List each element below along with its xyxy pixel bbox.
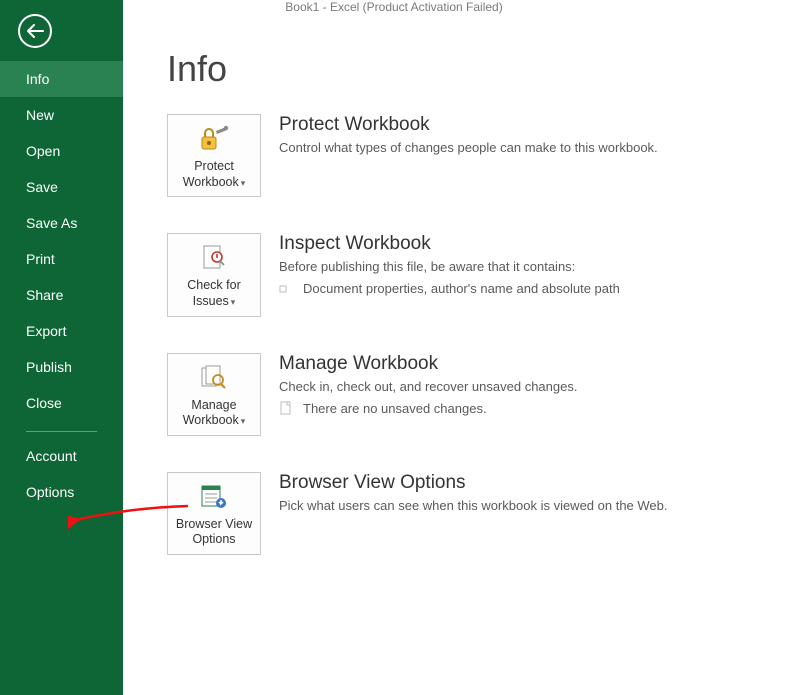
inspect-workbook-heading: Inspect Workbook	[279, 233, 620, 255]
manage-workbook-button[interactable]: Manage Workbook▾	[167, 353, 261, 436]
bullet-square-icon	[279, 285, 287, 293]
sidebar-item-info[interactable]: Info	[0, 61, 123, 97]
browser-view-section: Browser View Options Browser View Option…	[167, 472, 788, 555]
browser-view-options-button[interactable]: Browser View Options	[167, 472, 261, 555]
sidebar-item-open[interactable]: Open	[0, 133, 123, 169]
manage-workbook-label: Manage Workbook	[183, 398, 239, 428]
chevron-down-icon: ▾	[239, 416, 246, 426]
sidebar-item-account[interactable]: Account	[0, 438, 123, 474]
sidebar-item-print[interactable]: Print	[0, 241, 123, 277]
manage-workbook-heading: Manage Workbook	[279, 353, 577, 375]
inspect-bullet: Document properties, author's name and a…	[279, 280, 620, 297]
chevron-down-icon: ▾	[229, 297, 236, 307]
manage-workbook-desc: Check in, check out, and recover unsaved…	[279, 379, 577, 394]
protect-workbook-label: Protect Workbook	[183, 159, 239, 189]
browser-view-heading: Browser View Options	[279, 472, 668, 494]
browser-view-icon	[200, 481, 228, 513]
back-button[interactable]	[18, 14, 52, 48]
check-for-issues-button[interactable]: Check for Issues▾	[167, 233, 261, 316]
sidebar-item-export[interactable]: Export	[0, 313, 123, 349]
inspect-document-icon	[201, 242, 227, 274]
sidebar-item-save[interactable]: Save	[0, 169, 123, 205]
arrow-left-icon	[26, 24, 44, 38]
page-title: Info	[167, 48, 788, 90]
protect-workbook-button[interactable]: Protect Workbook▾	[167, 114, 261, 197]
browser-view-options-label: Browser View Options	[176, 517, 252, 547]
sidebar-item-close[interactable]: Close	[0, 385, 123, 421]
info-page: Info Protect Workbook▾ Protect Workbook	[123, 0, 788, 695]
backstage-sidebar: Info New Open Save Save As Print Share E…	[0, 0, 123, 695]
protect-workbook-section: Protect Workbook▾ Protect Workbook Contr…	[167, 114, 788, 197]
inspect-workbook-desc: Before publishing this file, be aware th…	[279, 259, 620, 274]
lock-key-icon	[199, 123, 229, 155]
manage-bullet: There are no unsaved changes.	[279, 400, 577, 417]
browser-view-desc: Pick what users can see when this workbo…	[279, 498, 668, 513]
manage-versions-icon	[200, 362, 228, 394]
chevron-down-icon: ▾	[239, 178, 246, 188]
sidebar-item-share[interactable]: Share	[0, 277, 123, 313]
sidebar-item-options[interactable]: Options	[0, 474, 123, 510]
inspect-workbook-section: Check for Issues▾ Inspect Workbook Befor…	[167, 233, 788, 316]
protect-workbook-desc: Control what types of changes people can…	[279, 140, 658, 155]
sidebar-item-publish[interactable]: Publish	[0, 349, 123, 385]
manage-workbook-section: Manage Workbook▾ Manage Workbook Check i…	[167, 353, 788, 436]
sidebar-item-new[interactable]: New	[0, 97, 123, 133]
sidebar-item-save-as[interactable]: Save As	[0, 205, 123, 241]
file-icon	[279, 401, 293, 415]
protect-workbook-heading: Protect Workbook	[279, 114, 658, 136]
sidebar-separator	[26, 431, 97, 432]
